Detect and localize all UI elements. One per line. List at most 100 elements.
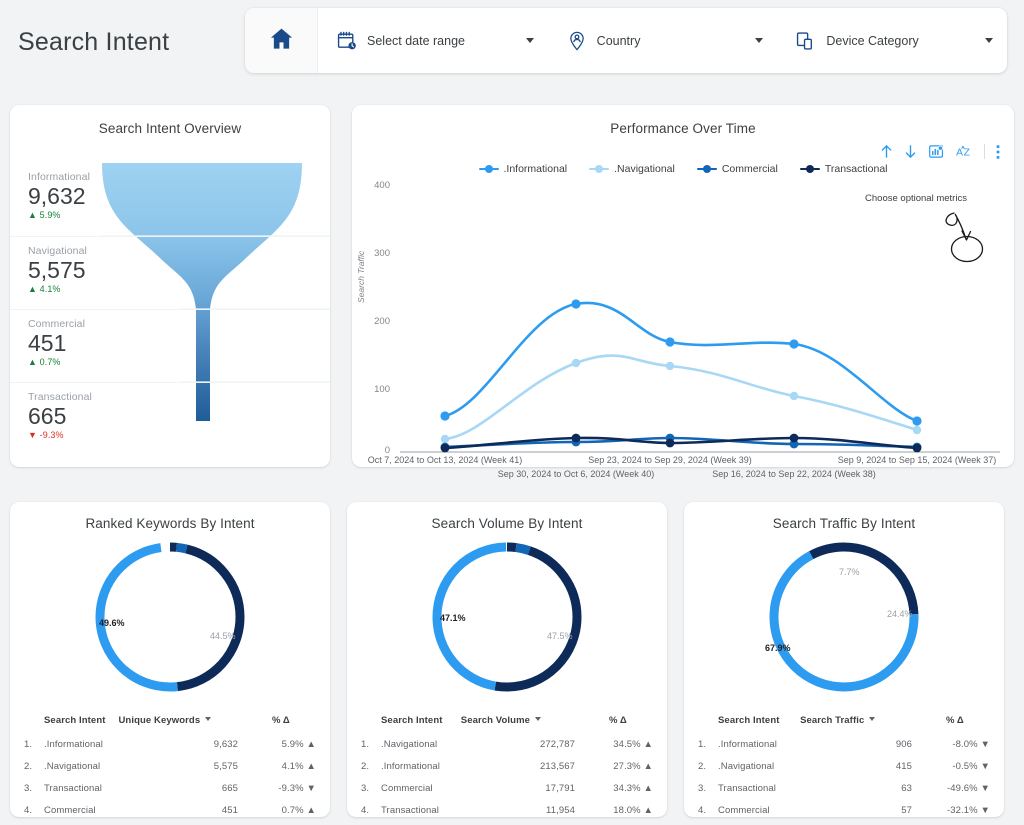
chevron-down-icon[interactable] [525, 38, 534, 43]
table-row[interactable]: 1. .Informational 9,632 5.9% ▲ [10, 733, 330, 755]
legend-label: .Navigational [614, 163, 675, 175]
funnel-row-delta: ▼ -9.3% [28, 430, 330, 440]
sort-alpha-icon[interactable]: A Z [956, 144, 973, 159]
filter-country[interactable]: Country [548, 8, 778, 73]
donut-rings [95, 542, 245, 692]
sort-descending-icon[interactable] [904, 144, 917, 159]
filter-date-range[interactable]: Select date range [318, 8, 548, 73]
row-delta: 18.0% ▲ [613, 804, 653, 816]
donut-table: Search Intent Search Traffic % Δ 1. .Inf… [684, 710, 1004, 821]
svg-text:A: A [956, 147, 963, 158]
column-header-delta[interactable]: % Δ [609, 710, 667, 733]
donut-table: Search Intent Search Volume % Δ 1. .Navi… [347, 710, 667, 821]
legend-item-navigational[interactable]: .Navigational [589, 163, 675, 175]
sort-ascending-icon[interactable] [880, 144, 893, 159]
arrow-down-icon: ▼ [980, 782, 990, 794]
donut-chart: 7.7% 24.4% 67.9% [684, 531, 1004, 706]
row-delta: 34.3% ▲ [613, 782, 653, 794]
y-tick-label: 300 [374, 248, 390, 259]
funnel-row[interactable]: Informational 9,632 ▲ 5.9% [10, 163, 330, 236]
row-name: Commercial [44, 804, 96, 816]
search-intent-overview-card: Search Intent Overview Informational 9,6… [10, 105, 330, 467]
table-row[interactable]: 2. .Navigational 415 -0.5% ▼ [684, 755, 1004, 777]
y-tick-label: 100 [374, 384, 390, 395]
row-rank: 2. [698, 760, 707, 772]
y-tick-label: 400 [374, 180, 390, 191]
row-name: Transactional [381, 804, 439, 816]
legend-label: .Informational [503, 163, 568, 175]
legend-swatch-icon [478, 165, 499, 174]
page-title: Search Intent [18, 28, 170, 56]
table-row[interactable]: 2. .Informational 213,567 27.3% ▲ [347, 755, 667, 777]
legend-item-transactional[interactable]: Transactional [799, 163, 888, 175]
arrow-up-icon: ▲ [306, 804, 316, 816]
table-row[interactable]: 4. Transactional 11,954 18.0% ▲ [347, 799, 667, 821]
funnel-row[interactable]: Transactional 665 ▼ -9.3% [10, 382, 330, 455]
table-row[interactable]: 3. Transactional 63 -49.6% ▼ [684, 777, 1004, 799]
column-header-search-intent[interactable]: Search Intent [44, 710, 118, 733]
row-name: .Informational [381, 760, 440, 772]
funnel-row-delta-value: 5.9% [39, 210, 61, 220]
row-rank: 2. [24, 760, 33, 772]
home-button[interactable] [245, 8, 318, 73]
chevron-down-icon[interactable] [755, 38, 764, 43]
table-row[interactable]: 2. .Navigational 5,575 4.1% ▲ [10, 755, 330, 777]
column-header-metric[interactable]: Search Volume [461, 710, 609, 733]
arrow-up-icon: ▲ [28, 357, 38, 367]
filter-bar: Select date range Country Device Categor… [245, 8, 1007, 73]
chevron-down-icon[interactable] [985, 38, 994, 43]
funnel-row[interactable]: Commercial 451 ▲ 0.7% [10, 309, 330, 382]
funnel-row[interactable]: Navigational 5,575 ▲ 4.1% [10, 236, 330, 309]
table-header-row: Search Intent Unique Keywords % Δ [10, 710, 330, 733]
table-row[interactable]: 4. Commercial 57 -32.1% ▼ [684, 799, 1004, 821]
arrow-down-icon: ▼ [306, 782, 316, 794]
table-row[interactable]: 4. Commercial 451 0.7% ▲ [10, 799, 330, 821]
legend-label: Commercial [721, 163, 778, 175]
row-value: 451 [221, 804, 238, 816]
performance-over-time-card: Performance Over Time A Z Choose optiona… [352, 105, 1014, 479]
legend-item-commercial[interactable]: Commercial [696, 163, 778, 175]
table-row[interactable]: 1. .Navigational 272,787 34.5% ▲ [347, 733, 667, 755]
more-options-icon[interactable] [996, 144, 1000, 160]
funnel-row-delta: ▲ 4.1% [28, 284, 330, 294]
funnel-row-label: Informational [28, 171, 90, 183]
row-value: 906 [895, 738, 912, 750]
column-header-search-intent[interactable]: Search Intent [718, 710, 800, 733]
column-header-search-intent[interactable]: Search Intent [381, 710, 461, 733]
page-header: Search Intent Select date range Country … [0, 0, 1024, 88]
row-name: .Informational [718, 738, 777, 750]
dashboard-page: Search Intent Select date range Country … [0, 0, 1024, 825]
row-rank: 4. [698, 804, 707, 816]
funnel-row-delta-value: 0.7% [39, 357, 61, 367]
table-row[interactable]: 3. Transactional 665 -9.3% ▼ [10, 777, 330, 799]
row-name: Commercial [718, 804, 770, 816]
arrow-up-icon: ▲ [643, 782, 653, 794]
row-value: 17,791 [545, 782, 575, 794]
x-tick-label: Sep 23, 2024 to Sep 29, 2024 (Week 39) [588, 455, 752, 465]
row-rank: 3. [698, 782, 707, 794]
arrow-up-icon: ▲ [643, 760, 653, 772]
column-header-delta[interactable]: % Δ [272, 710, 330, 733]
arrow-down-icon: ▼ [980, 804, 990, 816]
table-row[interactable]: 3. Commercial 17,791 34.3% ▲ [347, 777, 667, 799]
funnel-chart: Informational 9,632 ▲ 5.9% Navigational … [10, 136, 330, 448]
filter-device-category[interactable]: Device Category [777, 8, 1007, 73]
y-tick-label: 200 [374, 316, 390, 327]
svg-text:Z: Z [964, 147, 970, 158]
legend-item-informational[interactable]: .Informational [478, 163, 568, 175]
donut-slice-label: 47.1% [440, 613, 466, 623]
person-pin-icon [566, 30, 588, 52]
column-header-metric[interactable]: Unique Keywords [118, 710, 272, 733]
calendar-clock-icon [336, 30, 358, 52]
row-delta: -9.3% ▼ [278, 782, 316, 794]
column-header-delta[interactable]: % Δ [946, 710, 1004, 733]
optional-metrics-icon[interactable] [928, 143, 945, 160]
x-tick-label: Sep 9, 2024 to Sep 15, 2024 (Week 37) [837, 455, 997, 465]
column-header-metric[interactable]: Search Traffic [800, 710, 946, 733]
row-rank: 4. [361, 804, 370, 816]
table-row[interactable]: 1. .Informational 906 -8.0% ▼ [684, 733, 1004, 755]
arrow-up-icon: ▲ [28, 284, 38, 294]
row-delta: 4.1% ▲ [281, 760, 316, 772]
legend-swatch-icon [799, 165, 820, 174]
row-value: 5,575 [213, 760, 238, 772]
